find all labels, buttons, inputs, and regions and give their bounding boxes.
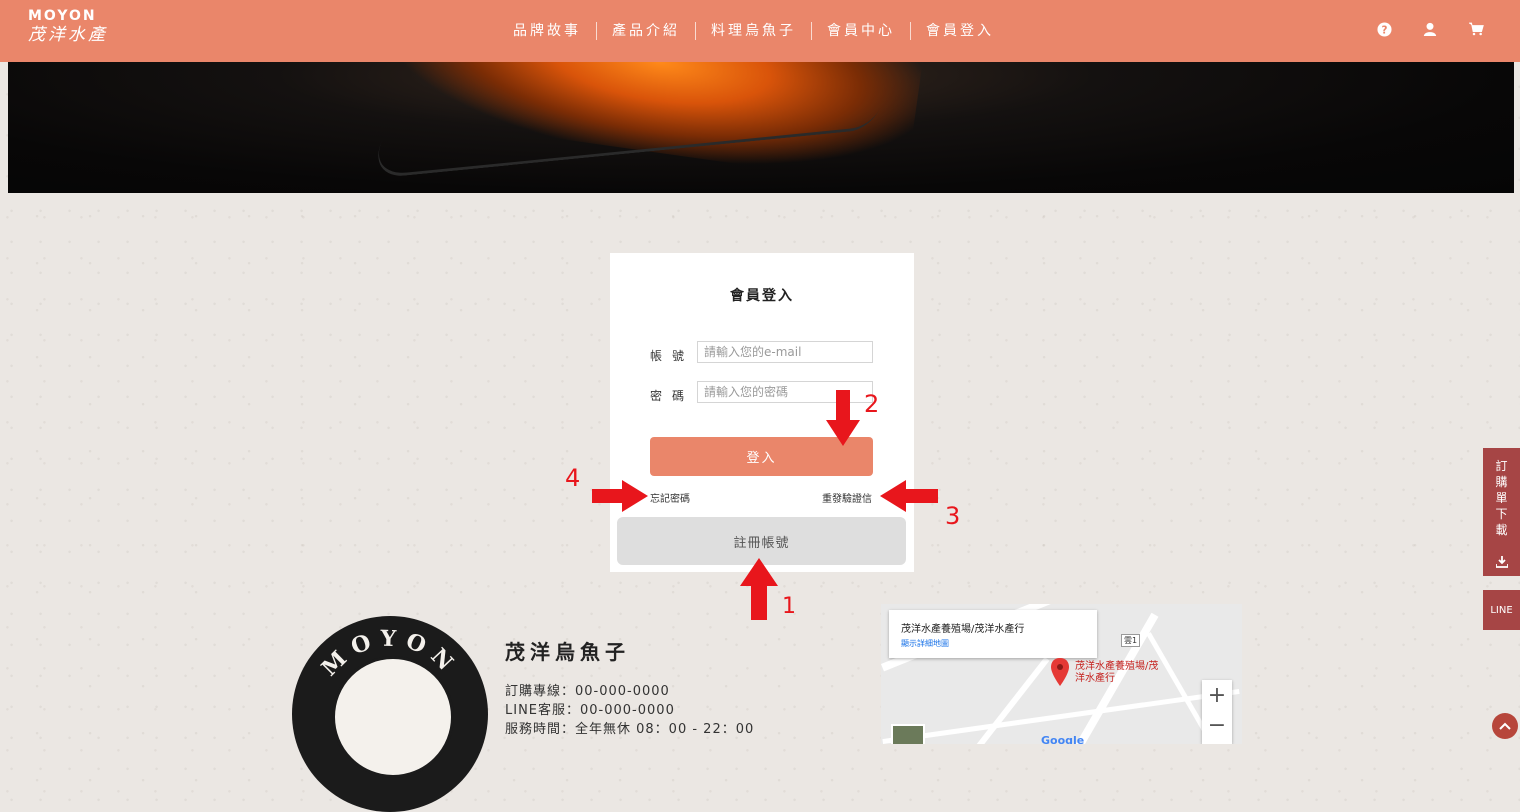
nav-member-center[interactable]: 會員中心 (812, 20, 910, 42)
footer-brand-name: 茂洋烏魚子 (505, 640, 630, 664)
login-title: 會員登入 (730, 288, 794, 304)
nav-products[interactable]: 產品介紹 (597, 20, 695, 42)
resend-verification-link[interactable]: 重發驗證信 (822, 490, 872, 505)
annotation-arrow-down-icon (826, 390, 860, 446)
password-label: 密碼 (650, 389, 695, 403)
main-nav: 品牌故事 產品介紹 料理烏魚子 會員中心 會員登入 (498, 20, 1009, 42)
nav-brand-story[interactable]: 品牌故事 (498, 20, 596, 42)
download-icon (1496, 556, 1508, 568)
scroll-to-top-button[interactable] (1492, 713, 1518, 739)
brand-seal-logo: MOYON (292, 616, 488, 812)
account-label: 帳號 (650, 349, 695, 363)
hero-banner-image (8, 62, 1514, 193)
chevron-up-icon (1499, 722, 1511, 730)
footer-line-service: LINE客服：00-000-0000 (505, 703, 675, 718)
header-icons: ? (1376, 21, 1484, 37)
map-zoom-in-button[interactable]: + (1202, 680, 1232, 710)
site-header: MOYON 茂洋水產 品牌故事 產品介紹 料理烏魚子 會員中心 會員登入 ? (0, 0, 1520, 62)
annotation-arrow-right-icon (592, 480, 648, 512)
map-zoom-controls: + − (1202, 680, 1232, 744)
svg-text:?: ? (1381, 24, 1387, 36)
nav-cooking[interactable]: 料理烏魚子 (696, 20, 811, 42)
annotation-number-3: 3 (945, 502, 961, 530)
map-pin-icon[interactable] (1051, 658, 1069, 686)
map-pin-label: 茂洋水產養殖場/茂洋水產行 (1075, 661, 1159, 684)
line-contact-tab[interactable]: LINE (1483, 590, 1520, 630)
forgot-password-link[interactable]: 忘記密碼 (650, 490, 690, 505)
street-view-thumbnail[interactable] (891, 724, 925, 744)
nav-member-login[interactable]: 會員登入 (911, 20, 1009, 42)
annotation-arrow-up-icon (740, 558, 778, 620)
annotation-number-1: 1 (782, 594, 796, 619)
map-place-card: 茂洋水產養殖場/茂洋水產行 顯示詳細地圖 (889, 610, 1097, 658)
logo-chinese: 茂洋水產 (28, 25, 108, 45)
google-brand: Google (1041, 734, 1085, 744)
footer-service-hours: 服務時間：全年無休 08：00 - 22：00 (505, 722, 755, 737)
site-logo[interactable]: MOYON 茂洋水產 (28, 8, 108, 46)
cart-icon[interactable] (1468, 21, 1484, 37)
annotation-number-4: 4 (565, 464, 581, 492)
logo-english: MOYON (28, 8, 97, 24)
google-map-embed[interactable]: 茂洋水產養殖場/茂洋水產行 顯示詳細地圖 雲1 茂洋水產養殖場/茂洋水產行 + … (881, 604, 1242, 744)
order-form-download-tab[interactable]: 訂購單下載 (1483, 448, 1520, 576)
annotation-number-2: 2 (864, 390, 880, 418)
order-form-download-text: 訂購單下載 (1495, 459, 1508, 537)
order-form-download-label: 訂購單下載 (1483, 458, 1520, 538)
account-email-input[interactable] (697, 341, 873, 363)
annotation-arrow-left-icon (880, 480, 938, 512)
user-icon[interactable] (1422, 21, 1438, 37)
map-road-badge: 雲1 (1121, 634, 1141, 647)
help-icon[interactable]: ? (1376, 21, 1392, 37)
footer-order-phone: 訂購專線：00-000-0000 (505, 684, 670, 699)
map-place-title: 茂洋水產養殖場/茂洋水產行 (901, 624, 1025, 635)
seal-inner-circle (332, 656, 454, 778)
map-view-larger-link[interactable]: 顯示詳細地圖 (901, 638, 949, 649)
map-zoom-out-button[interactable]: − (1202, 710, 1232, 740)
